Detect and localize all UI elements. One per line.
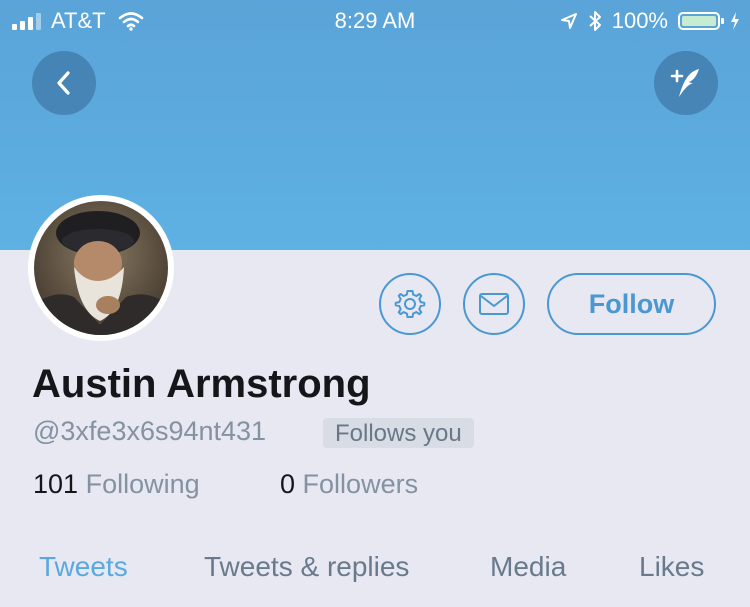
bluetooth-icon xyxy=(588,10,602,32)
chevron-left-icon xyxy=(52,69,76,97)
compose-tweet-icon xyxy=(666,63,706,103)
profile-handle: @3xfe3x6s94nt431 xyxy=(33,416,267,446)
settings-button[interactable] xyxy=(379,273,441,335)
battery-percent: 100% xyxy=(611,8,668,33)
message-button[interactable] xyxy=(463,273,525,335)
location-icon xyxy=(560,12,578,30)
gear-icon xyxy=(394,288,426,320)
tab-likes[interactable]: Likes xyxy=(639,551,704,583)
profile-name: Austin Armstrong xyxy=(32,362,371,406)
avatar-photo xyxy=(34,201,168,335)
back-button[interactable] xyxy=(32,51,96,115)
tab-media[interactable]: Media xyxy=(490,551,566,583)
battery-icon xyxy=(678,12,724,30)
tab-tweets[interactable]: Tweets xyxy=(39,551,128,583)
following-count: 101 xyxy=(33,469,79,499)
charging-icon xyxy=(730,12,740,30)
tab-tweets-and-replies[interactable]: Tweets & replies xyxy=(204,551,409,583)
followers-stat[interactable]: 0 Followers xyxy=(280,469,418,500)
follow-button[interactable]: Follow xyxy=(547,273,716,335)
envelope-icon xyxy=(478,291,510,317)
status-bar: AT&T 8:29 AM 100% xyxy=(0,0,750,40)
following-stat[interactable]: 101 Following xyxy=(33,469,200,500)
compose-tweet-button[interactable] xyxy=(654,51,718,115)
followers-count: 0 xyxy=(280,469,296,499)
follows-you-badge: Follows you xyxy=(323,418,474,448)
following-label: Following xyxy=(85,469,200,499)
followers-label: Followers xyxy=(302,469,419,499)
avatar[interactable] xyxy=(28,195,174,341)
